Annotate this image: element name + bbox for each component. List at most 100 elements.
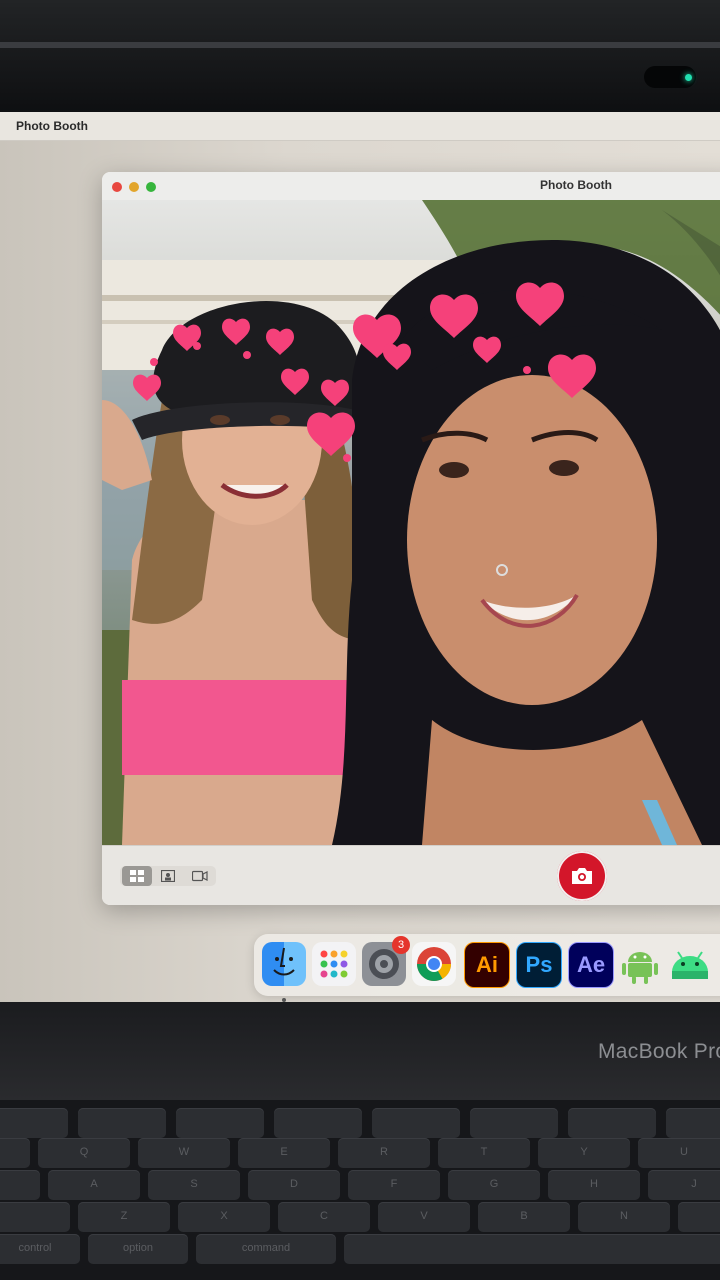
key-label: V xyxy=(420,1210,428,1222)
after-effects-icon: Ae xyxy=(576,952,606,977)
keyboard-key[interactable]: F xyxy=(348,1170,440,1200)
keyboard-key[interactable]: B xyxy=(478,1202,570,1232)
keyboard-key[interactable]: Y xyxy=(538,1138,630,1168)
keyboard-key[interactable] xyxy=(0,1138,30,1168)
key-label: T xyxy=(480,1146,488,1158)
keyboard-key[interactable] xyxy=(568,1108,656,1138)
key-label: B xyxy=(520,1210,528,1222)
dock-item-system-settings[interactable]: 3 xyxy=(362,936,410,986)
minimize-window-button[interactable] xyxy=(129,182,139,192)
keyboard-key[interactable]: D xyxy=(248,1170,340,1200)
dock-item-finder[interactable] xyxy=(262,942,306,1002)
dock-item-after-effects[interactable]: Ae xyxy=(568,942,614,988)
key-label: option xyxy=(123,1242,153,1254)
keyboard-key[interactable]: S xyxy=(148,1170,240,1200)
key-label: F xyxy=(390,1178,398,1190)
key-label: R xyxy=(380,1146,388,1158)
keyboard-key[interactable]: option xyxy=(88,1234,188,1264)
zoom-window-button[interactable] xyxy=(146,182,156,192)
dock-item-launchpad[interactable] xyxy=(312,942,356,986)
key-label: X xyxy=(220,1210,228,1222)
dock-item-android[interactable] xyxy=(618,942,662,986)
menu-bar: Photo Booth xyxy=(0,112,720,141)
keyboard-key[interactable]: T xyxy=(438,1138,530,1168)
close-window-button[interactable] xyxy=(112,182,122,192)
key-label: Q xyxy=(79,1146,89,1158)
key-label: J xyxy=(691,1178,697,1190)
keyboard-key[interactable]: G xyxy=(448,1170,540,1200)
dock-item-chrome[interactable] xyxy=(412,942,456,986)
key-label: control xyxy=(18,1242,52,1254)
keyboard-key[interactable] xyxy=(470,1108,558,1138)
android-icon xyxy=(622,952,658,984)
view-mode-selector xyxy=(120,866,216,886)
keyboard-key[interactable]: W xyxy=(138,1138,230,1168)
key-label: S xyxy=(190,1178,198,1190)
key-label: E xyxy=(280,1146,288,1158)
key-label: M xyxy=(678,1210,720,1222)
keyboard-key[interactable]: R xyxy=(338,1138,430,1168)
keyboard-key[interactable]: X xyxy=(178,1202,270,1232)
keyboard-key[interactable] xyxy=(372,1108,460,1138)
grid-view-icon xyxy=(130,870,144,882)
photo-booth-controls xyxy=(102,845,720,905)
keyboard-key[interactable] xyxy=(0,1202,70,1232)
keyboard-key[interactable] xyxy=(78,1108,166,1138)
key-label: A xyxy=(90,1178,98,1190)
dock: 3 Ai Ps Ae xyxy=(254,934,720,1002)
dock-item-illustrator[interactable]: Ai xyxy=(464,942,510,988)
key-label: C xyxy=(320,1210,328,1222)
take-photo-button[interactable] xyxy=(557,851,607,901)
keyboard-key[interactable] xyxy=(274,1108,362,1138)
window-title: Photo Booth xyxy=(540,178,612,192)
key-label: W xyxy=(178,1146,190,1158)
keyboard-key[interactable]: J xyxy=(648,1170,720,1200)
chrome-icon xyxy=(417,947,451,981)
keyboard-key[interactable]: Q xyxy=(38,1138,130,1168)
camera-icon xyxy=(572,868,592,884)
single-photo-icon xyxy=(161,870,175,882)
dock-item-photoshop[interactable]: Ps xyxy=(516,942,562,988)
keyboard-key[interactable] xyxy=(0,1170,40,1200)
key-label: Y xyxy=(580,1146,588,1158)
keyboard-key[interactable]: H xyxy=(548,1170,640,1200)
android-studio-icon xyxy=(672,951,708,979)
illustrator-icon: Ai xyxy=(476,952,498,977)
key-label: D xyxy=(290,1178,298,1190)
keyboard: QWERTYUIASDFGHJKZXCVBNMcontroloptioncomm… xyxy=(0,1100,720,1280)
key-label: H xyxy=(590,1178,598,1190)
single-photo-button[interactable] xyxy=(153,866,183,886)
key-label: G xyxy=(489,1178,499,1190)
keyboard-key[interactable]: M xyxy=(678,1202,720,1232)
photoshop-icon: Ps xyxy=(525,952,553,977)
menu-bar-app-name[interactable]: Photo Booth xyxy=(16,119,88,133)
key-label: N xyxy=(620,1210,628,1222)
keyboard-key[interactable]: Z xyxy=(78,1202,170,1232)
keyboard-key[interactable] xyxy=(666,1108,720,1138)
camera-preview xyxy=(102,200,720,845)
keyboard-key[interactable] xyxy=(0,1108,68,1138)
notification-badge: 3 xyxy=(392,936,410,954)
video-icon xyxy=(192,870,208,882)
laptop-screen: Photo Booth Photo Booth 3 Ai Ps Ae xyxy=(0,112,720,1002)
dock-item-android-studio[interactable] xyxy=(668,942,712,986)
video-button[interactable] xyxy=(184,866,214,886)
keyboard-key[interactable] xyxy=(344,1234,720,1264)
finder-icon xyxy=(273,947,295,976)
keyboard-key[interactable]: E xyxy=(238,1138,330,1168)
keyboard-key[interactable]: U xyxy=(638,1138,720,1168)
keyboard-key[interactable]: command xyxy=(196,1234,336,1264)
window-titlebar[interactable]: Photo Booth xyxy=(102,172,720,201)
keyboard-key[interactable] xyxy=(176,1108,264,1138)
key-label: Z xyxy=(120,1210,128,1222)
keyboard-key[interactable]: V xyxy=(378,1202,470,1232)
key-label: command xyxy=(241,1242,291,1254)
laptop-top-bezel xyxy=(0,0,720,118)
keyboard-key[interactable]: control xyxy=(0,1234,80,1264)
keyboard-key[interactable]: C xyxy=(278,1202,370,1232)
launchpad-icon xyxy=(320,950,348,978)
keyboard-key[interactable]: A xyxy=(48,1170,140,1200)
keyboard-key[interactable]: N xyxy=(578,1202,670,1232)
grid-view-button[interactable] xyxy=(122,866,152,886)
photo-booth-window: Photo Booth xyxy=(102,172,720,905)
